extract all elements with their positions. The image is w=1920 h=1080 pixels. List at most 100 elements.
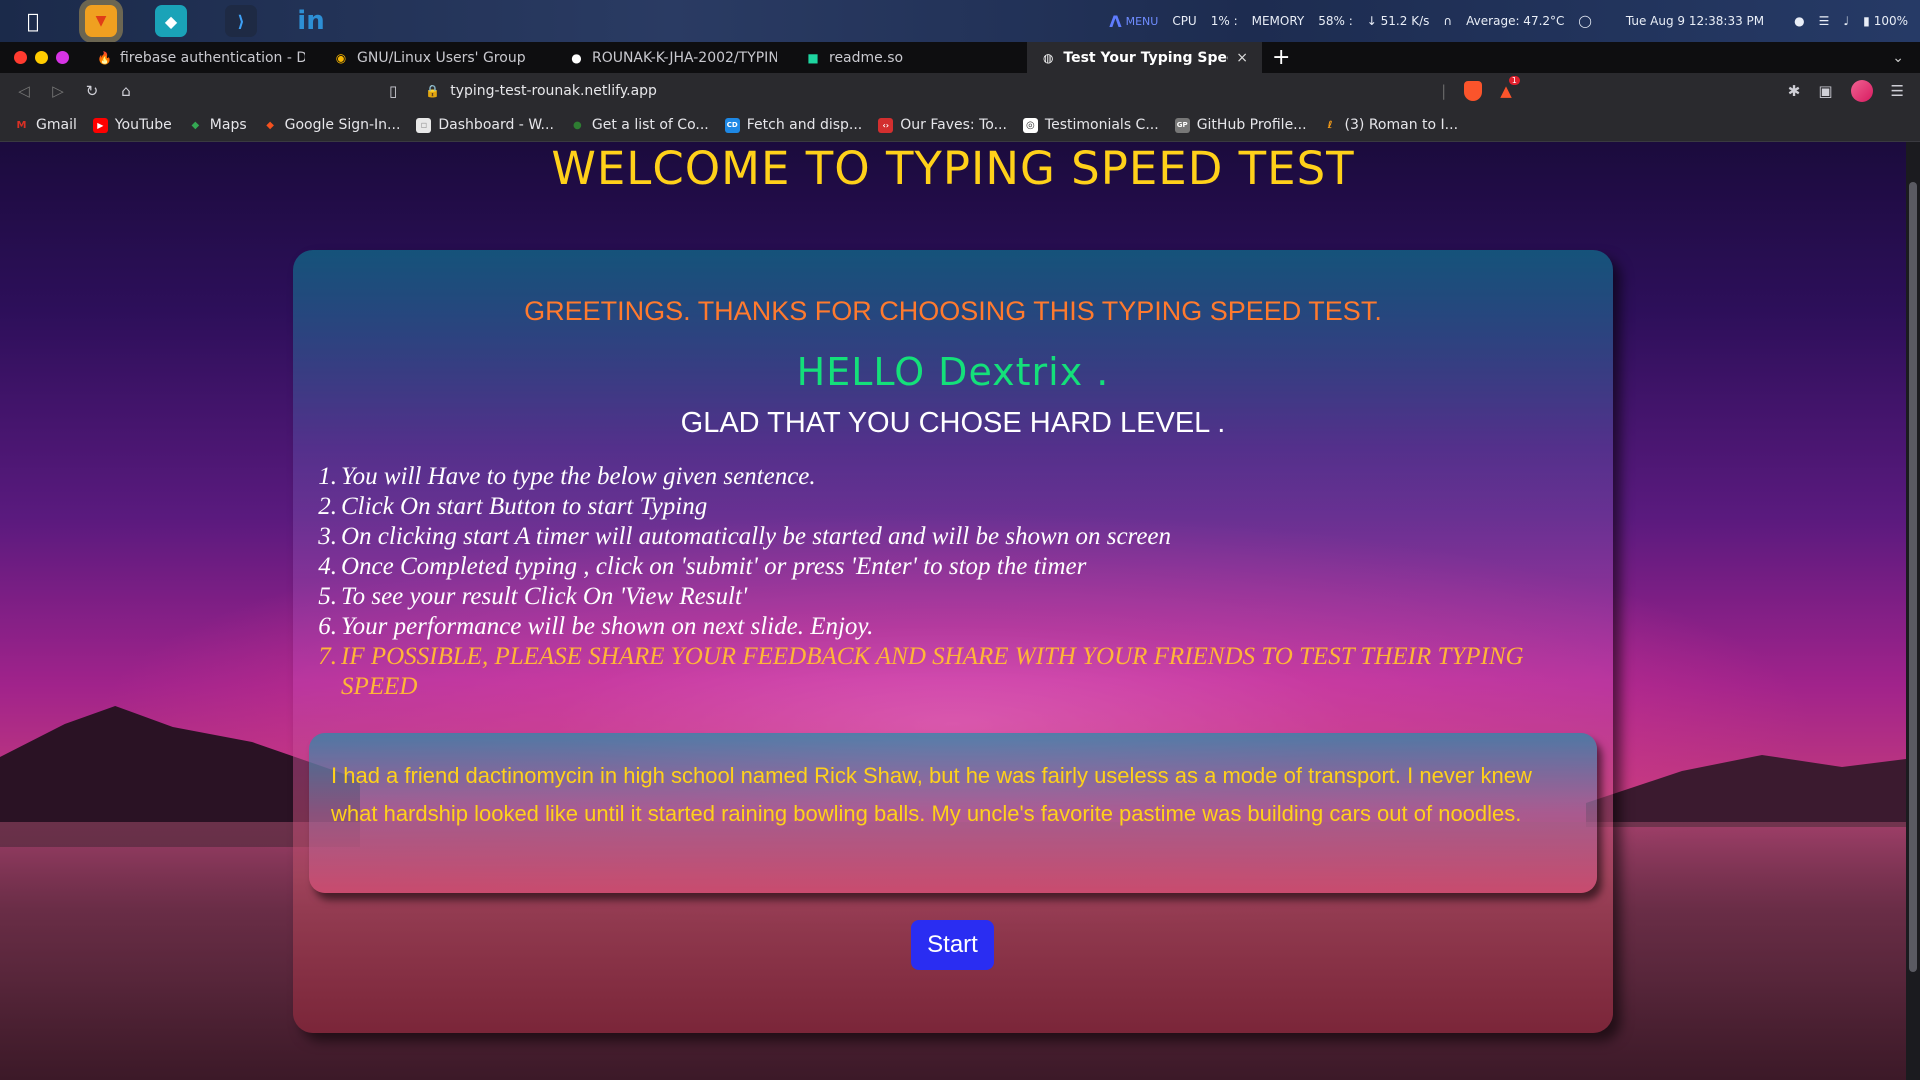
mountain-right <box>1586 755 1906 827</box>
faves-icon: ‹› <box>878 117 894 133</box>
new-tab-button[interactable]: + <box>1272 45 1290 70</box>
menu-label[interactable]: MENU <box>1126 15 1159 28</box>
tab-title: readme.so <box>829 49 904 66</box>
globe-icon: ◍ <box>1042 50 1054 65</box>
maps-icon: ◆ <box>191 119 200 131</box>
instruction-item: 3. On clicking start A timer will automat… <box>318 523 1172 550</box>
codedamn-icon: CD <box>724 117 740 133</box>
instruction-item: 1. You will Have to type the below given … <box>318 463 816 490</box>
bookmark-label: GitHub Profile... <box>1196 117 1307 133</box>
wifi-icon[interactable]: ☰ <box>1819 14 1830 28</box>
memory-value: 58% : <box>1318 14 1353 28</box>
bookmark-label: (3) Roman to I... <box>1344 117 1459 133</box>
battery-level: 100% <box>1873 14 1908 28</box>
tab-list-chevron-icon[interactable]: ⌄ <box>1892 50 1904 66</box>
bookmark-youtube[interactable]: ▶ YouTube <box>92 117 172 133</box>
instruction-item: 2. Click On start Button to start Typing <box>318 493 708 520</box>
nav-buttons: ◁ ▷ ↻ ⌂ <box>16 82 134 100</box>
instructions-card: GREETINGS. THANKS FOR CHOOSING THIS TYPI… <box>293 250 1613 1033</box>
menu-icon[interactable]: ☰ <box>1891 82 1904 100</box>
instructions-list: 1. You will Have to type the below given … <box>315 462 1605 702</box>
bookmark-icon[interactable]: ▯ <box>389 82 397 100</box>
window-controls <box>14 51 69 64</box>
google-signin-icon: ◆ <box>266 119 274 131</box>
lock-icon[interactable]: 🔒 <box>425 84 440 98</box>
volume-icon[interactable]: ♩ <box>1843 14 1849 28</box>
bookmark-google-signin[interactable]: ◆ Google Sign-In... <box>263 117 400 133</box>
level-text: GLAD THAT YOU CHOSE HARD LEVEL . <box>680 407 1226 439</box>
bookmark-label: Maps <box>209 117 247 133</box>
bookmark-get-list[interactable]: ● Get a list of Co... <box>570 117 709 133</box>
bookmark-fetch[interactable]: CD Fetch and disp... <box>724 117 862 133</box>
apple-icon[interactable]:  <box>10 0 56 42</box>
tab-title: firebase authentication - Def <box>119 49 305 66</box>
scrollbar-thumb[interactable] <box>1909 182 1917 972</box>
system-top-panel:  ▼ ◆ ⟩ in Λ MENU CPU 1% : MEMORY 58% : … <box>0 0 1920 42</box>
wallet-icon[interactable]: ▣ <box>1818 82 1832 100</box>
instruction-item-feedback: 7. IF POSSIBLE, PLEASE SHARE YOUR FEEDBAC… <box>318 643 1524 700</box>
browser-toolbar: ◁ ▷ ↻ ⌂ ▯ 🔒 typing-test-rounak.netlify.a… <box>0 73 1920 109</box>
app-store-icon[interactable]: ◆ <box>148 0 194 42</box>
brave-rewards-icon[interactable]: ▲ 1 <box>1500 76 1520 100</box>
divider: | <box>1441 82 1447 100</box>
globe-icon: ● <box>573 119 582 131</box>
bookmark-maps[interactable]: ◆ Maps <box>188 117 247 133</box>
tab-title: ROUNAK-K-JHA-2002/TYPING <box>591 49 777 66</box>
toolbar-right: | ▲ 1 ✱ ▣ ☰ <box>1441 76 1904 102</box>
bookmark-gmail[interactable]: M Gmail <box>14 117 77 133</box>
cpu-label: CPU <box>1172 14 1197 28</box>
battery-icon[interactable]: ▮ <box>1863 14 1870 28</box>
tab-firebase[interactable]: 🔥 firebase authentication - Def <box>83 42 319 73</box>
tab-title: Test Your Typing Speed <box>1063 49 1229 66</box>
memory-label: MEMORY <box>1251 14 1305 28</box>
gnu-icon: ◉ <box>335 50 347 65</box>
tab-github[interactable]: ● ROUNAK-K-JHA-2002/TYPING <box>555 42 791 73</box>
back-icon[interactable]: ◁ <box>16 82 32 100</box>
forward-icon[interactable]: ▷ <box>50 82 66 100</box>
extensions-icon[interactable]: ✱ <box>1788 82 1801 100</box>
leetcode-icon: ℓ <box>1327 119 1333 131</box>
cpu-value: 1% : <box>1210 14 1238 28</box>
bookmark-dashboard[interactable]: ▫ Dashboard - W... <box>416 117 554 133</box>
bookmark-roman[interactable]: ℓ (3) Roman to I... <box>1323 117 1458 133</box>
bookmark-faves[interactable]: ‹› Our Faves: To... <box>878 117 1007 133</box>
maximize-window-icon[interactable] <box>56 51 69 64</box>
vscode-icon[interactable]: ⟩ <box>218 0 264 42</box>
temperature: Average: 47.2°C <box>1466 14 1565 28</box>
start-button[interactable]: Start <box>911 920 994 970</box>
page-scrollbar[interactable] <box>1906 142 1920 1080</box>
menu-logo-icon[interactable]: Λ <box>1109 12 1121 31</box>
minimize-window-icon[interactable] <box>35 51 48 64</box>
profile-avatar[interactable] <box>1850 80 1873 102</box>
home-icon[interactable]: ⌂ <box>118 82 134 100</box>
flame-icon: 🔥 <box>97 50 112 65</box>
tab-gnu-linux[interactable]: ◉ GNU/Linux Users' Group <box>319 42 555 73</box>
reload-icon[interactable]: ↻ <box>84 82 100 100</box>
accessibility-icon[interactable]: ◯ <box>1578 14 1591 28</box>
system-status: Λ MENU CPU 1% : MEMORY 58% : ↓ 51.2 K/s … <box>1109 12 1920 31</box>
dashboard-icon: ▫ <box>416 117 432 133</box>
bookmark-github-profile[interactable]: GP GitHub Profile... <box>1174 117 1307 133</box>
close-tab-icon[interactable]: × <box>1236 50 1248 66</box>
datetime[interactable]: Tue Aug 9 12:38:33 PM <box>1626 14 1764 28</box>
brave-browser-icon[interactable]: ▼ <box>78 0 124 42</box>
url-text[interactable]: typing-test-rounak.netlify.app <box>450 83 657 99</box>
tab-typing-speed[interactable]: ◍ Test Your Typing Speed × <box>1027 42 1262 73</box>
bookmark-testimonials[interactable]: ◎ Testimonials C... <box>1022 117 1159 133</box>
instruction-item: 4. Once Completed typing , click on 'subm… <box>318 553 1087 580</box>
bookmark-label: Our Faves: To... <box>900 117 1007 133</box>
linkedin-icon[interactable]: in <box>288 0 334 42</box>
github-profile-icon: GP <box>1174 117 1190 133</box>
page-title: WELCOME TO TYPING SPEED TEST <box>551 142 1355 195</box>
notification-dot-icon[interactable]: ● <box>1794 14 1804 28</box>
greeting-text: GREETINGS. THANKS FOR CHOOSING THIS TYPI… <box>524 296 1382 326</box>
brave-shields-icon[interactable] <box>1464 81 1483 101</box>
close-window-icon[interactable] <box>14 51 27 64</box>
browser-tab-bar: 🔥 firebase authentication - Def ◉ GNU/Li… <box>0 42 1920 73</box>
tab-title: GNU/Linux Users' Group <box>357 49 526 66</box>
tab-readme[interactable]: ■ readme.so <box>791 42 1027 73</box>
gmail-icon: M <box>16 119 27 131</box>
bookmark-label: Dashboard - W... <box>438 117 554 133</box>
network-speed: ↓ 51.2 K/s <box>1366 14 1430 28</box>
address-bar[interactable]: 🔒 typing-test-rounak.netlify.app <box>425 83 657 99</box>
